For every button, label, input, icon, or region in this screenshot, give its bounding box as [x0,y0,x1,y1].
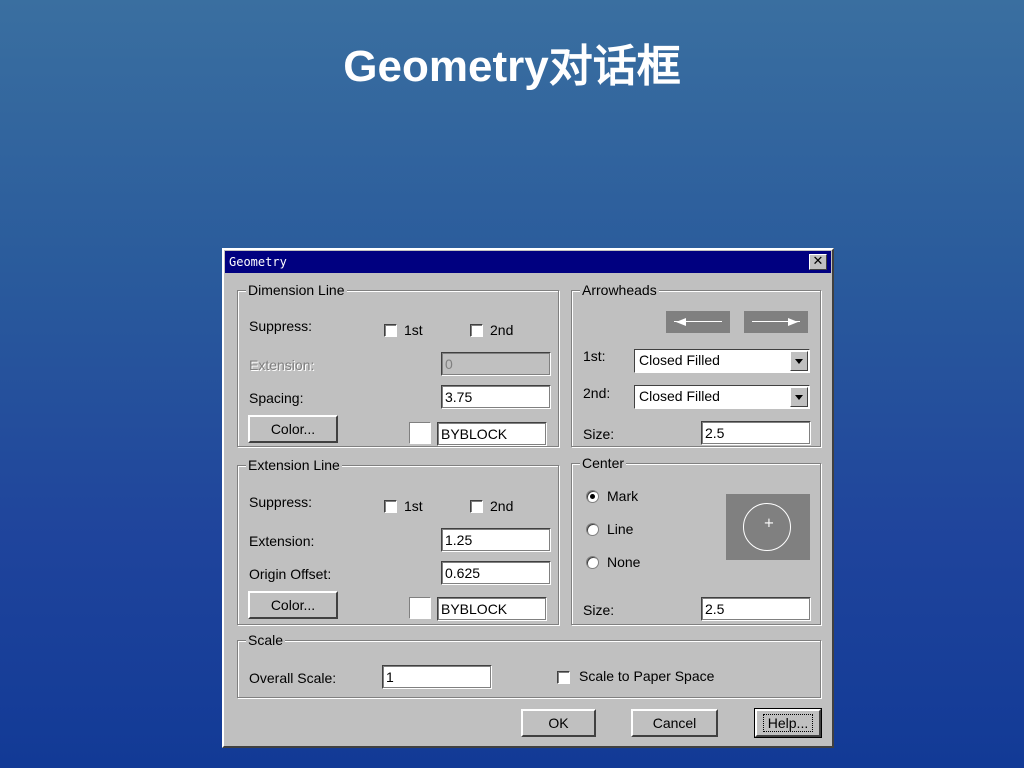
dim-suppress-1st-checkbox[interactable] [384,324,397,337]
ext-origin-offset-field[interactable]: 0.625 [441,561,551,585]
arrowhead-size-label: Size: [583,426,615,442]
ext-suppress-2nd-checkbox[interactable] [470,500,483,513]
dim-color-field[interactable]: BYBLOCK [437,422,547,446]
ext-color-swatch [409,597,431,619]
dimension-line-group: Dimension Line Suppress: 1st 2nd Extensi… [237,281,559,447]
arrowhead-1st-select[interactable]: Closed Filled [634,349,810,373]
center-mark-label[interactable]: Mark [607,487,638,505]
overall-scale-field[interactable]: 1 [382,665,492,689]
scale-paper-space-label[interactable]: Scale to Paper Space [579,667,714,685]
close-icon[interactable]: ✕ [809,254,827,270]
radio-selected-dot [590,494,595,499]
scale-group: Scale Overall Scale: 1 Scale to Paper Sp… [237,631,821,698]
ext-extension-label: Extension: [249,533,315,549]
arrowheads-group: Arrowheads 1st: Closed Filled 2nd: Close… [571,281,821,447]
arrowhead-1st-head-icon [676,318,686,326]
slide-title: Geometry对话框 [343,42,681,91]
ext-suppress-1st-checkbox[interactable] [384,500,397,513]
dim-extension-label: Extension: [249,357,315,373]
ext-suppress-label: Suppress: [249,494,313,510]
arrowhead-1st-preview[interactable] [666,311,730,333]
chevron-down-icon[interactable] [790,351,808,371]
arrowhead-1st-value: Closed Filled [639,352,720,368]
arrowheads-group-label: Arrowheads [580,281,659,299]
arrowhead-2nd-head-icon [788,318,798,326]
arrowhead-2nd-value: Closed Filled [639,388,720,404]
geometry-dialog: Geometry ✕ Dimension Line Suppress: 1st … [222,248,834,748]
ext-color-button[interactable]: Color... [248,591,338,619]
center-line-radio[interactable] [586,523,599,536]
center-size-label: Size: [583,602,615,618]
center-none-label[interactable]: None [607,553,640,571]
ext-origin-offset-label: Origin Offset: [249,566,332,582]
dim-suppress-1st-label[interactable]: 1st [404,321,423,339]
cancel-button[interactable]: Cancel [631,709,718,737]
ok-button[interactable]: OK [521,709,596,737]
center-mark-preview: + [726,494,810,560]
chevron-down-icon[interactable] [790,387,808,407]
ext-suppress-1st-label[interactable]: 1st [404,497,423,515]
arrowhead-2nd-label: 2nd: [583,385,611,401]
help-button[interactable]: Help... [754,708,822,738]
dimension-line-group-label: Dimension Line [246,281,347,299]
dialog-title: Geometry [229,255,287,269]
center-size-field[interactable]: 2.5 [701,597,811,621]
overall-scale-label: Overall Scale: [249,670,337,686]
arrowhead-1st-label: 1st: [583,348,606,364]
arrowhead-2nd-select[interactable]: Closed Filled [634,385,810,409]
center-plus-icon: + [763,516,775,531]
ext-suppress-2nd-label[interactable]: 2nd [490,497,513,515]
extension-line-group: Extension Line Suppress: 1st 2nd Extensi… [237,456,559,625]
dim-spacing-label: Spacing: [249,390,304,406]
help-button-label: Help... [762,714,814,732]
center-group: Center Mark Line None + Size: 2.5 [571,454,821,625]
ext-color-field[interactable]: BYBLOCK [437,597,547,621]
extension-line-group-label: Extension Line [246,456,342,474]
dim-suppress-2nd-checkbox[interactable] [470,324,483,337]
arrowhead-2nd-preview[interactable] [744,311,808,333]
dim-suppress-2nd-label[interactable]: 2nd [490,321,513,339]
center-mark-radio[interactable] [586,490,599,503]
dim-color-button[interactable]: Color... [248,415,338,443]
dim-color-swatch [409,422,431,444]
dialog-titlebar[interactable]: Geometry ✕ [225,251,831,273]
dim-suppress-label: Suppress: [249,318,313,334]
center-none-radio[interactable] [586,556,599,569]
center-group-label: Center [580,454,627,472]
dim-extension-field[interactable]: 0 [441,352,551,376]
center-line-label[interactable]: Line [607,520,633,538]
scale-group-label: Scale [246,631,286,649]
scale-paper-space-checkbox[interactable] [557,671,570,684]
arrowhead-size-field[interactable]: 2.5 [701,421,811,445]
ext-extension-field[interactable]: 1.25 [441,528,551,552]
dim-spacing-field[interactable]: 3.75 [441,385,551,409]
